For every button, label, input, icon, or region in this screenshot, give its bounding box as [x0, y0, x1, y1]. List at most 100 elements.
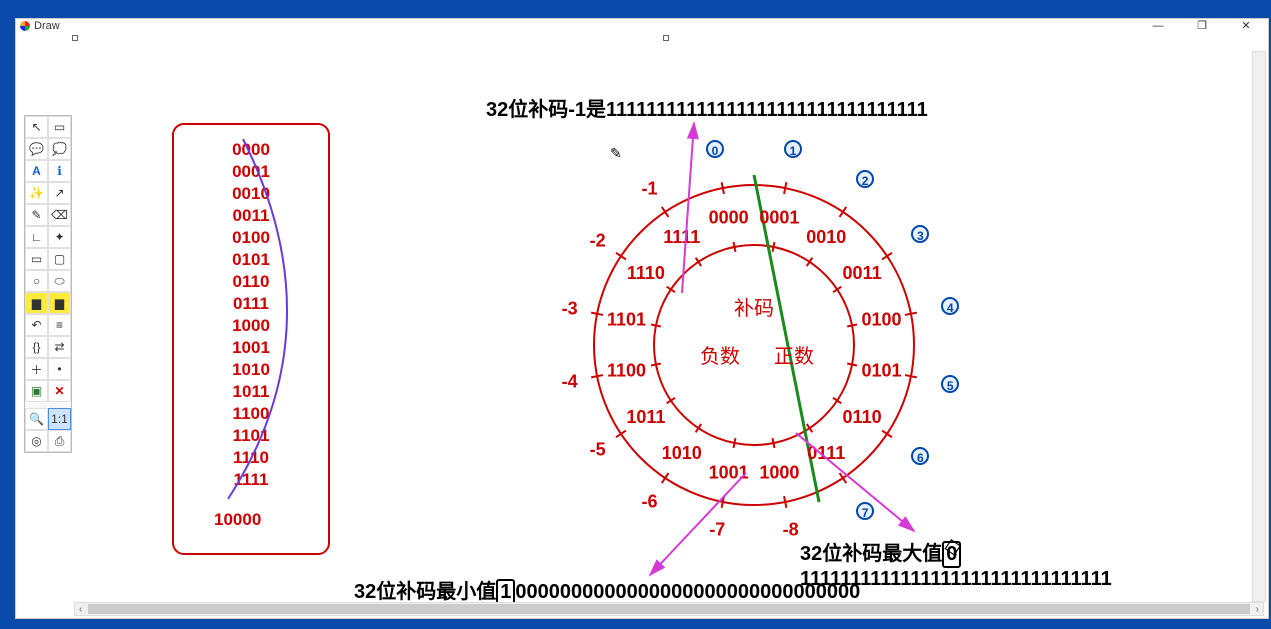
list-item: 1110 — [233, 447, 269, 469]
decimal-label: -3 — [562, 298, 578, 318]
drawing-canvas[interactable]: 0000000100100011010001010110011110001001… — [74, 53, 1270, 629]
scroll-right-icon[interactable]: › — [1252, 604, 1263, 615]
tool-rect2-button[interactable]: ▢ — [48, 248, 71, 270]
tool-cursor-button[interactable]: ↖ — [25, 116, 48, 138]
tool-ellipse-button[interactable]: ⬭ — [48, 270, 71, 292]
maximize-button[interactable]: ❐ — [1180, 19, 1224, 33]
list-item: 1101 — [233, 425, 270, 447]
binary-label: 0010 — [806, 227, 846, 247]
tool-img-button[interactable]: ▣ — [25, 380, 48, 402]
decimal-label: -7 — [709, 519, 725, 539]
binary-label: 0000 — [709, 207, 749, 227]
binary-label: 1001 — [709, 463, 749, 483]
svg-text:补码: 补码 — [734, 297, 774, 320]
list-item: 1111 — [233, 469, 268, 491]
decimal-label: -6 — [642, 491, 658, 511]
tool-dot-button[interactable]: • — [48, 358, 71, 380]
value-badge: 4 — [941, 297, 959, 315]
horizontal-scrollbar[interactable]: ‹ › — [74, 602, 1264, 616]
binary-list-box: 0000000100100011010001010110011110001001… — [172, 123, 330, 555]
tool-wand-button[interactable]: ✨ — [25, 182, 48, 204]
list-item: 0110 — [233, 271, 270, 293]
minimize-button[interactable]: — — [1136, 19, 1180, 33]
value-badge: 2 — [856, 170, 874, 188]
tool-arrow-ne-button[interactable]: ↗ — [48, 182, 71, 204]
caption-neg1: 32位补码-1是11111111111111111111111111111111 — [486, 93, 928, 122]
decimal-label: -8 — [783, 519, 799, 539]
list-item: 1001 — [232, 337, 270, 359]
list-item: 0010 — [232, 183, 270, 205]
binary-label: 0101 — [861, 360, 901, 380]
list-item: 0011 — [233, 205, 270, 227]
app-title: Draw — [34, 20, 60, 32]
binary-label: 0100 — [861, 310, 901, 330]
tool-marquee-button[interactable]: ▭ — [48, 116, 71, 138]
value-badge: 1 — [784, 140, 802, 158]
binary-label: 1111 — [663, 227, 700, 247]
binary-label: 1100 — [607, 360, 646, 380]
app-window: Draw — ❐ ✕ ↖▭💬💭Aℹ✨↗✎⌫∟✦▭▢○⬭▆▆↶≡{}⇄＋•▣✕🔍1… — [15, 18, 1269, 619]
list-item: 1100 — [233, 403, 270, 425]
tool-circle-button[interactable]: ○ — [25, 270, 48, 292]
tool-text-a-button[interactable]: A — [25, 160, 48, 182]
binary-label: 1110 — [627, 263, 665, 283]
tool-one-one-button[interactable]: 1:1 — [48, 408, 71, 430]
list-item: 10000 — [214, 509, 261, 531]
cursor-glyph-icon: ✎ — [610, 145, 622, 162]
list-item: 1000 — [232, 315, 270, 337]
close-button[interactable]: ✕ — [1224, 19, 1268, 33]
list-item: 0101 — [232, 249, 270, 271]
tool-info-button[interactable]: ℹ — [48, 160, 71, 182]
list-item: 0111 — [233, 293, 269, 315]
canvas-area: ↖▭💬💭Aℹ✨↗✎⌫∟✦▭▢○⬭▆▆↶≡{}⇄＋•▣✕🔍1:1◎⎙ 000000… — [16, 33, 1268, 618]
tool-fill-yellow2-button[interactable]: ▆ — [48, 292, 71, 314]
decimal-label: -1 — [642, 179, 658, 199]
binary-label: 0110 — [843, 407, 882, 427]
window-controls: — ❐ ✕ — [1136, 19, 1268, 33]
list-item: 0100 — [232, 227, 270, 249]
list-item: 1011 — [233, 381, 270, 403]
decimal-label: -5 — [590, 439, 606, 459]
value-badge: 0 — [706, 140, 724, 158]
tool-x-red-button[interactable]: ✕ — [48, 380, 71, 402]
binary-label: 1010 — [662, 443, 702, 463]
tool-lines-button[interactable]: ≡ — [48, 314, 71, 336]
tool-pencil-button[interactable]: ✎ — [25, 204, 48, 226]
scroll-left-icon[interactable]: ‹ — [75, 604, 86, 615]
tool-swap-button[interactable]: ⇄ — [48, 336, 71, 358]
vertical-scrollbar[interactable] — [1252, 51, 1266, 602]
binary-label: 1101 — [607, 310, 646, 330]
decimal-label: -2 — [590, 231, 606, 251]
tool-zoom-button[interactable]: 🔍 — [25, 408, 48, 430]
binary-label: 0001 — [759, 207, 799, 227]
tool-braces-button[interactable]: {} — [25, 336, 48, 358]
binary-label: 1000 — [759, 463, 799, 483]
list-item: 0000 — [232, 139, 270, 161]
tool-palette: ↖▭💬💭Aℹ✨↗✎⌫∟✦▭▢○⬭▆▆↶≡{}⇄＋•▣✕🔍1:1◎⎙ — [24, 115, 72, 453]
tool-balloon2-button[interactable]: 💭 — [48, 138, 71, 160]
binary-label: 0011 — [843, 263, 882, 283]
binary-label: 1011 — [626, 407, 665, 427]
selection-handle[interactable] — [72, 35, 78, 41]
tool-printer-button[interactable]: ⎙ — [48, 430, 71, 452]
scroll-thumb[interactable] — [88, 604, 1249, 614]
tool-star-button[interactable]: ✦ — [48, 226, 71, 248]
tool-target-button[interactable]: ◎ — [25, 430, 48, 452]
list-item: 0001 — [232, 161, 270, 183]
tool-rect-button[interactable]: ▭ — [25, 248, 48, 270]
svg-text:负数: 负数 — [700, 345, 740, 368]
title-bar[interactable]: Draw — ❐ ✕ — [16, 19, 1268, 33]
tool-angle-button[interactable]: ∟ — [25, 226, 48, 248]
selection-handle[interactable] — [663, 35, 669, 41]
svg-text:正数: 正数 — [774, 345, 814, 368]
binary-label: 0111 — [807, 443, 845, 463]
complement-circle-diagram: 补码负数 正数 0000 0001 0010 0011 0100 0101 0110 0111 10… — [534, 145, 974, 545]
tool-undo-button[interactable]: ↶ — [25, 314, 48, 336]
tool-balloon-button[interactable]: 💬 — [25, 138, 48, 160]
tool-fill-yellow-button[interactable]: ▆ — [25, 292, 48, 314]
list-item: 1010 — [232, 359, 270, 381]
tool-plus-button[interactable]: ＋ — [25, 358, 48, 380]
caption-max: 32位补码最大值01111111111111111111111111111111 — [800, 537, 1270, 591]
tool-eraser-button[interactable]: ⌫ — [48, 204, 71, 226]
app-logo-icon — [20, 21, 30, 31]
